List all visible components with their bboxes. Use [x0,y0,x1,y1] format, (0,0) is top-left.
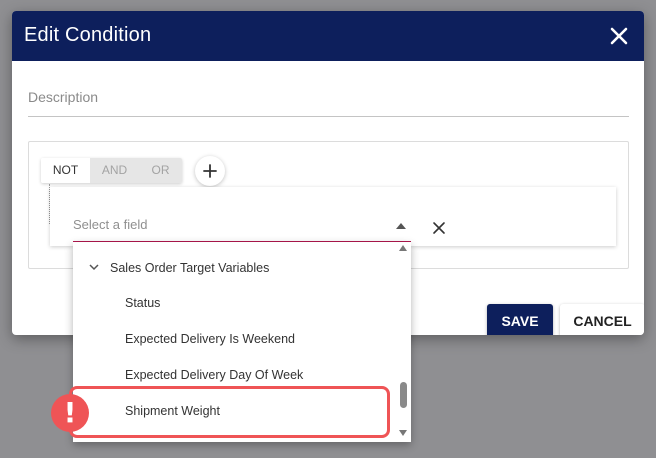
scrollbar-thumb[interactable] [400,382,407,408]
close-icon [610,27,628,45]
dropdown-item-label: Expected Delivery Day Of Week [125,368,304,382]
dropdown-group-sales-order-target-variables[interactable]: Sales Order Target Variables [73,254,393,282]
exclamation-icon: ! [63,396,77,429]
close-icon [433,222,445,234]
triangle-up-icon [396,223,406,229]
remove-condition-button[interactable] [431,220,447,236]
field-select[interactable]: Select a field [73,210,411,242]
cancel-button[interactable]: CANCEL [560,304,644,335]
save-button[interactable]: SAVE [487,304,553,335]
scroll-up-arrow-icon[interactable] [399,245,407,251]
description-field[interactable]: Description [28,83,629,117]
add-condition-button[interactable] [195,156,225,186]
highlight-annotation [69,386,390,438]
alert-badge: ! [51,394,89,432]
chevron-down-icon [89,264,99,271]
logic-operator-group: NOT AND OR [41,158,182,183]
logic-or-button[interactable]: OR [139,158,182,183]
dialog-header: Edit Condition [12,11,644,61]
dropdown-item-label: Expected Delivery Is Weekend [125,332,295,346]
dropdown-group-label: Sales Order Target Variables [110,261,270,275]
dropdown-item-label: Status [125,296,161,310]
dialog-title: Edit Condition [24,24,152,46]
plus-icon [203,164,217,178]
dropdown-item-expected-delivery-is-weekend[interactable]: Expected Delivery Is Weekend [73,322,393,356]
description-placeholder: Description [28,89,99,105]
dropdown-scrollbar[interactable] [397,242,409,442]
close-dialog-button[interactable] [608,25,630,47]
field-select-placeholder: Select a field [73,217,148,232]
scroll-down-arrow-icon[interactable] [399,430,407,436]
logic-and-button[interactable]: AND [90,158,139,183]
logic-not-button[interactable]: NOT [41,158,90,183]
dropdown-item-status[interactable]: Status [73,286,393,320]
